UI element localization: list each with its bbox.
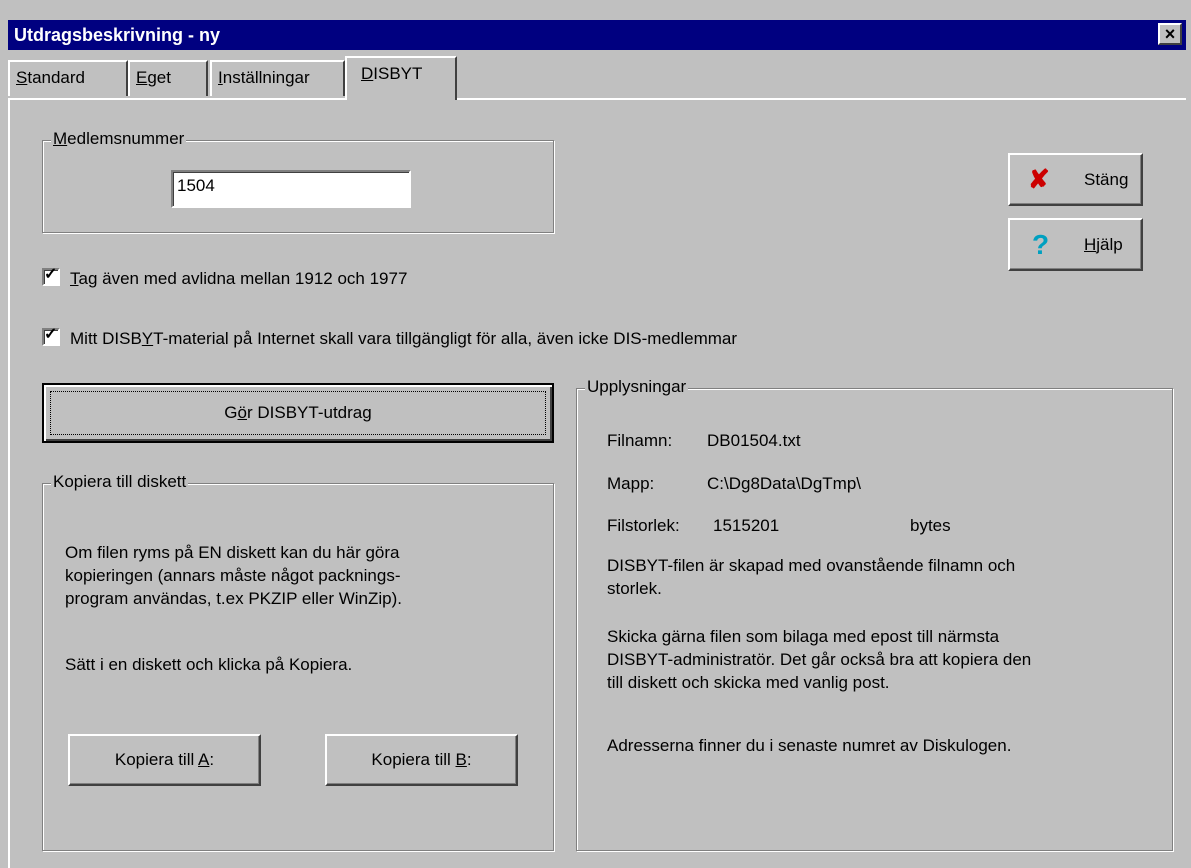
tab-installningar-label: nställningar: [222, 68, 310, 87]
copy-insert-hint: Sätt i en diskett och klicka på Kopiera.: [65, 655, 353, 674]
copy-instructions: Om filen ryms på EN diskett kan du här g…: [65, 543, 402, 608]
close-icon[interactable]: ×: [1158, 23, 1182, 45]
window-title: Utdragsbeskrivning - ny: [14, 25, 221, 45]
make-extract-button[interactable]: Gör DISBYT-utdrag: [42, 383, 554, 443]
copy-group-label: Kopiera till diskett: [51, 472, 189, 492]
size-unit: bytes: [910, 516, 951, 535]
copy-to-diskette-group: Kopiera till diskett Om filen ryms på EN…: [42, 472, 554, 851]
tab-installningar[interactable]: Inställningar: [210, 60, 345, 96]
close-button-label: Stäng: [1084, 170, 1129, 189]
tab-eget-label: get: [147, 68, 171, 87]
tab-eget-key: E: [136, 68, 148, 87]
red-x-icon: ✘: [1028, 164, 1050, 194]
include-deceased-checkbox[interactable]: ✓: [42, 266, 60, 286]
tab-disbyt-label: ISBYT: [373, 64, 423, 83]
checkmark-icon: ✓: [44, 266, 58, 283]
tab-eget[interactable]: Eget: [128, 60, 208, 96]
info-group: Upplysningar Filnamn: DB01504.txt Mapp: …: [576, 377, 1173, 851]
public-access-checkbox[interactable]: ✓: [42, 326, 60, 346]
focus-rectangle: [50, 391, 546, 435]
include-deceased-label: ag även med avlidna mellan 1912 och 1977: [78, 269, 408, 288]
copy-to-b-button[interactable]: Kopiera till B:: [325, 734, 518, 786]
info-group-label: Upplysningar: [585, 377, 689, 397]
filename-value: DB01504.txt: [707, 431, 801, 450]
info-paragraph-2: Skicka gärna filen som bilaga med epost …: [607, 627, 1032, 692]
size-value: 1515201: [713, 516, 780, 535]
copy-to-a-button[interactable]: Kopiera till A:: [68, 734, 261, 786]
filename-label: Filnamn:: [607, 431, 673, 450]
tab-disbyt-key: D: [361, 64, 374, 83]
member-number-input[interactable]: 1504: [171, 170, 411, 208]
help-button-label: Hjälp: [1084, 235, 1123, 254]
member-number-label: Medlemsnummer: [51, 129, 187, 149]
tab-standard-label: tandard: [27, 68, 86, 87]
checkbox-include-deceased[interactable]: ✓ Tag även med avlidna mellan 1912 och 19…: [42, 266, 408, 289]
member-number-group: Medlemsnummer 1504: [42, 129, 554, 233]
public-access-label: T-material på Internet skall vara tillgä…: [153, 329, 738, 348]
folder-value: C:\Dg8Data\DgTmp\: [707, 474, 861, 493]
size-label: Filstorlek:: [607, 516, 680, 535]
help-button[interactable]: ? Hjälp: [1008, 218, 1143, 271]
info-paragraph-3: Adresserna finner du i senaste numret av…: [607, 736, 1012, 755]
checkbox-public-access[interactable]: ✓ Mitt DISBYT-material på Internet skall …: [42, 326, 738, 349]
dialog-window: Utdragsbeskrivning - ny × Standard Eget …: [0, 0, 1191, 868]
checkmark-icon: ✓: [44, 326, 58, 343]
folder-label: Mapp:: [607, 474, 655, 493]
tab-disbyt[interactable]: DISBYT: [345, 56, 457, 100]
question-icon: ?: [1032, 229, 1050, 260]
close-button[interactable]: ✘ Stäng: [1008, 153, 1143, 206]
tab-standard[interactable]: Standard: [8, 60, 128, 96]
tab-standard-key: S: [16, 68, 28, 87]
title-bar: Utdragsbeskrivning - ny ×: [8, 20, 1186, 50]
info-paragraph-1: DISBYT-filen är skapad med ovanstående f…: [607, 556, 1016, 598]
